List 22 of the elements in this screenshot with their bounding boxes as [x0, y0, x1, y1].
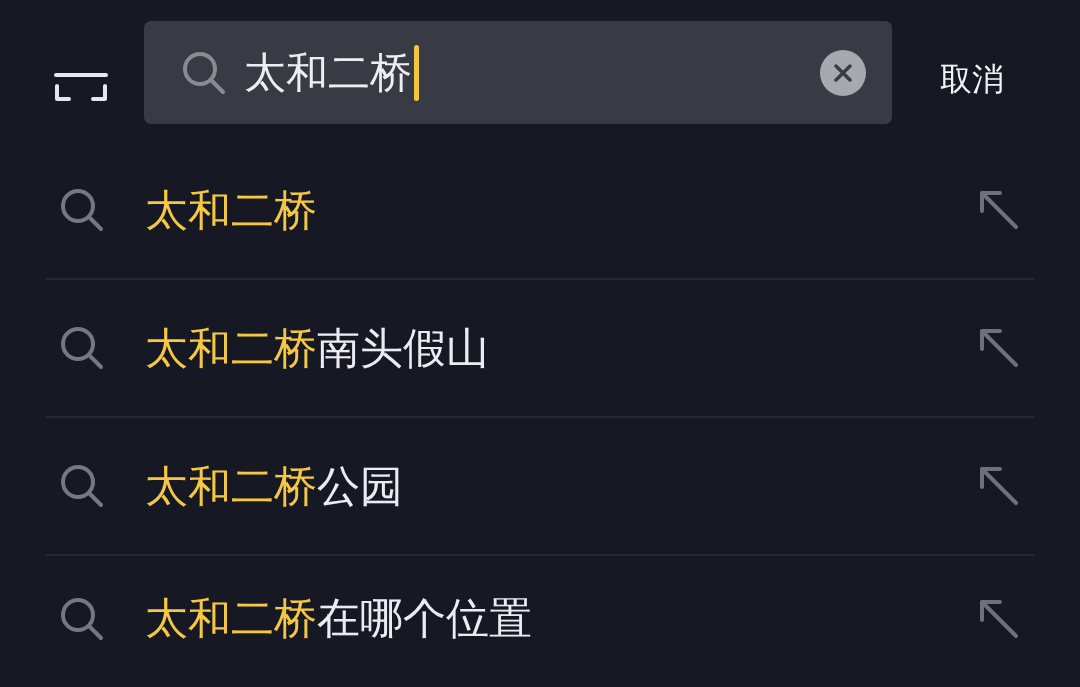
- cancel-button[interactable]: 取消: [936, 59, 1008, 99]
- search-icon: [60, 188, 104, 232]
- suggestion-row[interactable]: 太和二桥: [46, 142, 1034, 280]
- suggestion-row[interactable]: 太和二桥公园: [46, 418, 1034, 556]
- suggestion-text: 太和二桥在哪个位置: [145, 597, 532, 640]
- suggestion-text: 太和二桥公园: [145, 464, 403, 508]
- search-icon: [60, 596, 104, 641]
- arrow-up-left-icon[interactable]: [980, 191, 1018, 229]
- search-icon: [60, 464, 104, 508]
- clear-button[interactable]: [820, 49, 866, 96]
- arrow-up-left-icon[interactable]: [980, 599, 1018, 638]
- search-field[interactable]: 太和二桥: [144, 21, 892, 124]
- arrow-up-left-icon[interactable]: [980, 467, 1018, 505]
- scan-icon[interactable]: [54, 71, 108, 103]
- close-icon: [834, 63, 852, 82]
- suggestion-row[interactable]: 太和二桥南头假山: [46, 280, 1034, 418]
- suggestion-row[interactable]: 太和二桥在哪个位置: [46, 556, 1034, 687]
- arrow-up-left-icon[interactable]: [980, 329, 1018, 367]
- suggestion-text: 太和二桥南头假山: [145, 326, 489, 370]
- search-icon: [182, 50, 226, 95]
- search-icon: [60, 326, 104, 370]
- suggestion-text: 太和二桥: [145, 188, 317, 232]
